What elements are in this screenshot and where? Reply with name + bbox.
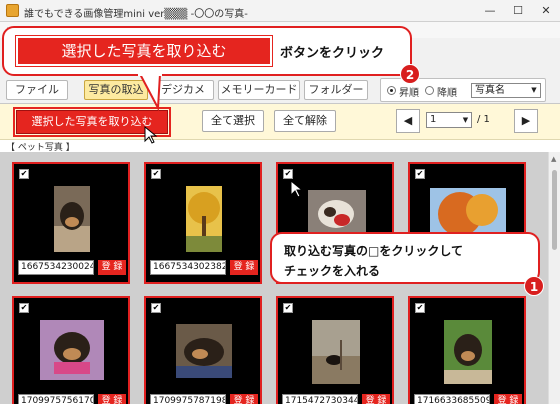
photo-checkbox[interactable]: ✔ — [19, 169, 29, 179]
photo-checkbox[interactable]: ✔ — [283, 169, 293, 179]
photo-thumbnail — [176, 324, 232, 378]
ascending-label: 昇順 — [399, 88, 419, 99]
photo-card[interactable]: ✔ 1715472730344 登 録 — [276, 296, 394, 404]
next-page-button[interactable]: ▶ — [514, 109, 538, 133]
deselect-all-button[interactable]: 全て解除 — [274, 110, 336, 132]
instruction-callout-import: 選択した写真を取り込む ボタンをクリック — [2, 26, 412, 76]
page-total: / 1 — [477, 114, 490, 125]
app-icon — [6, 4, 19, 17]
photo-card[interactable]: ✔ 1667534302382 登 録 — [144, 162, 262, 284]
callout-text: ボタンをクリック — [280, 46, 385, 61]
photo-thumbnail — [308, 190, 366, 236]
photo-name-field[interactable]: 1715472730344 — [282, 394, 358, 404]
mouse-cursor-icon — [290, 180, 304, 198]
register-button[interactable]: 登 録 — [230, 260, 258, 275]
tab-file[interactable]: ファイル — [6, 80, 68, 100]
tab-folder[interactable]: フォルダー — [304, 80, 368, 100]
photo-card[interactable]: ✔ 1667534230024 登 録 — [12, 162, 130, 284]
tab-memory-card[interactable]: メモリーカード — [218, 80, 300, 100]
photo-name-field[interactable]: 1716633685509 — [414, 394, 490, 404]
photo-name-field[interactable]: 1709975756170 — [18, 394, 94, 404]
callout-button-label: 選択した写真を取り込む — [15, 35, 273, 67]
scrollbar-thumb[interactable] — [552, 170, 557, 250]
chevron-down-icon: ▼ — [531, 86, 537, 94]
register-button[interactable]: 登 録 — [98, 260, 126, 275]
photo-checkbox[interactable]: ✔ — [415, 169, 425, 179]
title-bar: 誰でもできる画像管理mini ver▒▒▒ -〇〇の写真- — ☐ ✕ — [0, 0, 560, 22]
callout-text-line1: 取り込む写真の□をクリックして — [284, 244, 463, 258]
photo-thumbnail — [312, 320, 360, 384]
callout-pointer — [138, 74, 162, 112]
callout-text-line2: チェックを入れる — [284, 264, 381, 278]
photo-checkbox[interactable]: ✔ — [151, 169, 161, 179]
register-button[interactable]: 登 録 — [494, 394, 522, 404]
descending-label: 降順 — [437, 88, 457, 99]
maximize-button[interactable]: ☐ — [504, 0, 532, 22]
page-select[interactable]: 1 ▼ — [426, 112, 472, 128]
photo-thumbnail — [444, 320, 492, 384]
step-badge-1: 1 — [524, 276, 544, 296]
photo-checkbox[interactable]: ✔ — [415, 303, 425, 313]
register-button[interactable]: 登 録 — [362, 394, 390, 404]
scroll-up-icon[interactable]: ▲ — [551, 155, 556, 163]
photo-name-field[interactable]: 1667534230024 — [18, 260, 94, 275]
register-button[interactable]: 登 録 — [230, 394, 258, 404]
photo-card[interactable]: ✔ 1709975787198 登 録 — [144, 296, 262, 404]
mouse-cursor-icon — [144, 126, 158, 144]
photo-checkbox[interactable]: ✔ — [283, 303, 293, 313]
photo-checkbox[interactable]: ✔ — [19, 303, 29, 313]
ascending-radio[interactable] — [387, 86, 396, 95]
photo-thumbnail — [186, 186, 222, 252]
sort-field-value: 写真名 — [475, 85, 505, 96]
minimize-button[interactable]: — — [476, 0, 504, 22]
photo-name-field[interactable]: 1709975787198 — [150, 394, 226, 404]
photo-thumbnail — [40, 320, 104, 380]
step-badge-2: 2 — [400, 64, 420, 84]
photo-card[interactable]: ✔ 1716633685509 登 録 — [408, 296, 526, 404]
prev-page-button[interactable]: ◀ — [396, 109, 420, 133]
select-all-button[interactable]: 全て選択 — [202, 110, 264, 132]
photo-thumbnail — [54, 186, 90, 252]
photo-card[interactable]: ✔ 1709975756170 登 録 — [12, 296, 130, 404]
sort-field-select[interactable]: 写真名 ▼ — [471, 83, 541, 98]
photo-name-field[interactable]: 1667534302382 — [150, 260, 226, 275]
window-title: 誰でもできる画像管理mini ver▒▒▒ -〇〇の写真- — [24, 9, 248, 20]
register-button[interactable]: 登 録 — [98, 394, 126, 404]
descending-radio[interactable] — [425, 86, 434, 95]
instruction-callout-check: 取り込む写真の□をクリックして チェックを入れる — [270, 232, 540, 284]
close-button[interactable]: ✕ — [532, 0, 560, 22]
photo-checkbox[interactable]: ✔ — [151, 303, 161, 313]
grid-scrollbar[interactable]: ▲ — [548, 152, 560, 404]
page-value: 1 — [430, 114, 437, 125]
chevron-down-icon: ▼ — [462, 116, 469, 124]
